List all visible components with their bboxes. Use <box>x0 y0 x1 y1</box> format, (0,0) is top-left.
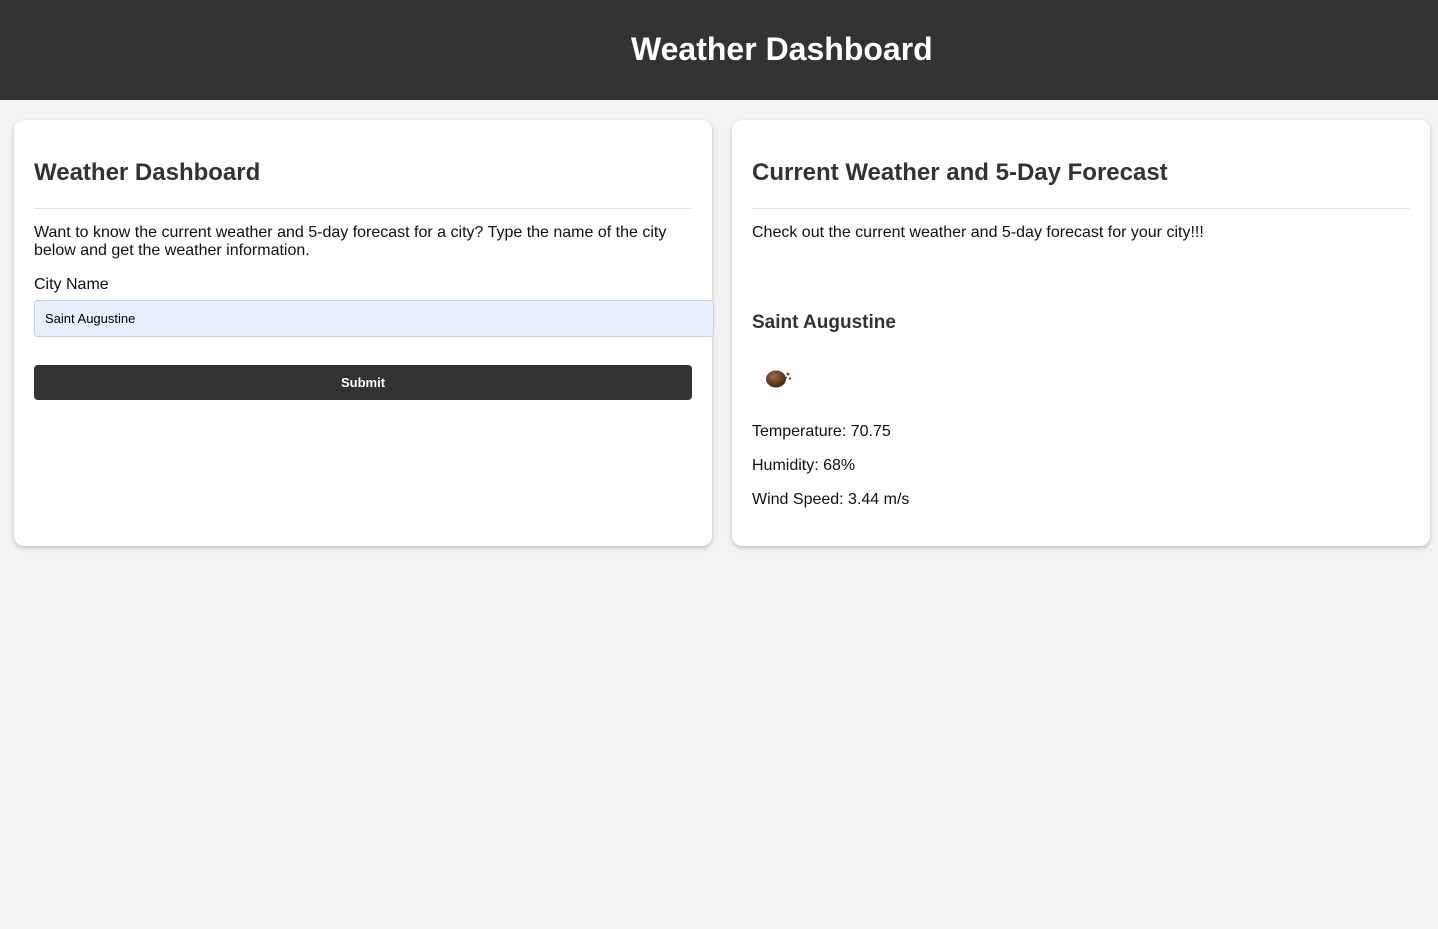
forecast-card: Current Weather and 5-Day Forecast Check… <box>732 120 1430 546</box>
forecast-card-description: Check out the current weather and 5-day … <box>752 224 1204 241</box>
city-name-label: City Name <box>34 276 109 293</box>
app-title: Weather Dashboard <box>631 31 933 67</box>
humidity-value: Humidity: 68% <box>752 457 856 474</box>
wind-speed-value: Wind Speed: 3.44 m/s <box>752 491 910 508</box>
app-header: Weather Dashboard <box>0 0 1438 100</box>
search-card-description: Want to know the current weather and 5-d… <box>34 224 667 259</box>
temperature-value: Temperature: 70.75 <box>752 423 891 440</box>
forecast-card-title: Current Weather and 5-Day Forecast <box>752 159 1168 186</box>
forecast-card-divider <box>752 208 1410 209</box>
city-name-input[interactable] <box>34 300 714 337</box>
few-clouds-icon <box>766 370 792 388</box>
city-heading: Saint Augustine <box>752 312 896 333</box>
search-card: Weather Dashboard Want to know the curre… <box>14 120 714 546</box>
search-card-divider <box>34 208 692 209</box>
search-card-title: Weather Dashboard <box>34 159 261 186</box>
submit-button[interactable]: Submit <box>34 365 692 400</box>
